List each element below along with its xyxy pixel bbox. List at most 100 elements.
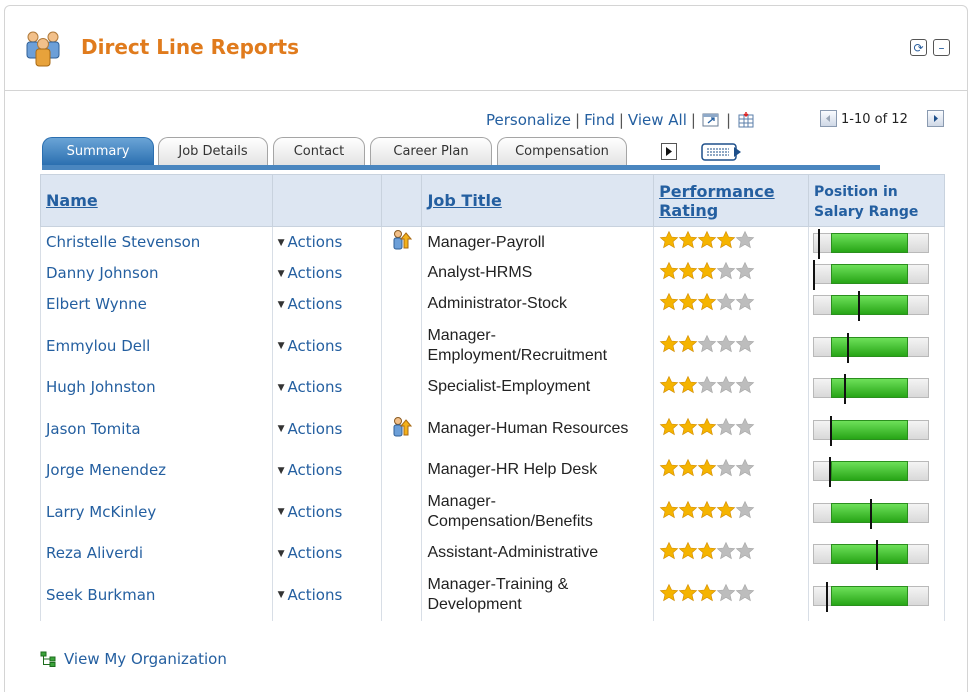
column-header-job-title[interactable]: Job Title — [421, 174, 655, 227]
tab-contact[interactable]: Contact — [273, 137, 365, 165]
star-filled-icon — [697, 261, 717, 280]
manager-reports-icon[interactable] — [392, 229, 413, 251]
salary-position-marker — [857, 291, 860, 321]
star-empty-icon — [716, 375, 736, 394]
name-cell: Reza Aliverdi — [40, 537, 273, 569]
sort-performance-link[interactable]: Performance Rating — [659, 182, 775, 220]
actions-menu[interactable]: ▼ Actions — [271, 257, 383, 289]
star-filled-icon — [678, 500, 698, 518]
star-empty-icon — [735, 458, 755, 477]
next-page-button[interactable] — [927, 110, 944, 127]
table-row: Emmylou Dell ▼ Actions Manager-Employment/R… — [40, 319, 946, 372]
star-empty-icon — [735, 375, 755, 394]
caret-down-icon: ▼ — [277, 341, 285, 351]
salary-position-marker — [875, 540, 878, 570]
salary-position-marker — [825, 581, 828, 612]
tab-summary[interactable]: Summary — [42, 137, 154, 165]
sort-name-link[interactable]: Name — [46, 191, 98, 210]
name-cell: Seek Burkman — [40, 568, 273, 621]
caret-down-icon: ▼ — [277, 507, 285, 517]
star-filled-icon — [678, 417, 698, 435]
separator: | — [618, 111, 624, 129]
actions-menu[interactable]: ▼ Actions — [271, 568, 383, 621]
caret-down-icon: ▼ — [277, 299, 285, 310]
tab-career-plan[interactable]: Career Plan — [370, 137, 492, 165]
employee-name-link[interactable]: Christelle Stevenson — [46, 233, 200, 251]
column-header-performance[interactable]: Performance Rating — [653, 174, 809, 227]
tab-compensation[interactable]: Compensation — [497, 137, 627, 165]
show-all-columns-icon[interactable] — [701, 143, 745, 161]
star-filled-icon — [659, 261, 679, 280]
actions-menu[interactable]: ▼ Actions — [271, 288, 383, 320]
employee-name-link[interactable]: Elbert Wynne — [46, 295, 147, 313]
star-empty-icon — [735, 583, 755, 601]
job-title-cell: Specialist-Employment — [421, 371, 655, 403]
next-tab-icon[interactable] — [661, 143, 677, 160]
actions-menu[interactable]: ▼ Actions — [271, 371, 383, 403]
star-empty-icon — [716, 292, 736, 311]
employee-name-link[interactable]: Reza Aliverdi — [46, 544, 143, 562]
refresh-icon[interactable]: ⟳ — [910, 39, 927, 56]
salary-position-cell — [807, 454, 946, 487]
sort-job-title-link[interactable]: Job Title — [427, 191, 501, 210]
star-empty-icon — [697, 375, 717, 394]
direct-reports-table: Name Job Title Performance Rating Positi… — [40, 174, 946, 621]
job-title-cell: Administrator-Stock — [421, 288, 655, 320]
pagelet-header: Direct Line Reports ⟳ – — [5, 6, 967, 91]
manager-icon-cell — [381, 485, 423, 538]
minimize-icon[interactable]: – — [933, 39, 950, 56]
star-empty-icon — [716, 261, 736, 280]
star-filled-icon — [659, 417, 679, 435]
column-header-name[interactable]: Name — [40, 174, 273, 227]
view-all-link[interactable]: View All — [628, 111, 687, 129]
actions-menu[interactable]: ▼ Actions — [271, 319, 383, 372]
view-my-organization-link[interactable]: View My Organization — [40, 650, 227, 668]
tab-job-details[interactable]: Job Details — [158, 137, 268, 165]
employee-name-link[interactable]: Jorge Menendez — [46, 461, 166, 479]
star-filled-icon — [697, 417, 717, 435]
download-spreadsheet-icon[interactable] — [737, 112, 755, 128]
actions-menu[interactable]: ▼ Actions — [271, 226, 383, 258]
actions-menu[interactable]: ▼ Actions — [271, 537, 383, 569]
performance-rating-cell — [653, 568, 809, 621]
employee-name-link[interactable]: Danny Johnson — [46, 264, 159, 282]
employee-name-link[interactable]: Larry McKinley — [46, 503, 156, 521]
job-title-cell: Manager-Employment/Recruitment — [421, 319, 655, 372]
actions-menu[interactable]: ▼ Actions — [271, 485, 383, 538]
star-empty-icon — [735, 292, 755, 311]
actions-label: Actions — [287, 233, 343, 252]
salary-position-marker — [829, 415, 832, 446]
salary-range-bar — [812, 457, 929, 487]
actions-menu[interactable]: ▼ Actions — [271, 454, 383, 486]
job-title-cell: Manager-Training & Development — [421, 568, 655, 621]
manager-icon-cell — [381, 257, 423, 289]
caret-down-icon: ▼ — [277, 268, 285, 279]
actions-label: Actions — [287, 336, 343, 355]
star-filled-icon — [697, 458, 717, 477]
find-link[interactable]: Find — [584, 111, 615, 129]
salary-position-cell — [807, 537, 946, 570]
actions-menu[interactable]: ▼ Actions — [271, 402, 383, 455]
star-empty-icon — [735, 334, 755, 352]
employee-name-link[interactable]: Seek Burkman — [46, 586, 155, 604]
previous-page-button[interactable] — [820, 110, 837, 127]
actions-label: Actions — [287, 585, 343, 604]
new-window-icon[interactable] — [702, 112, 720, 128]
separator: | — [690, 111, 696, 129]
performance-rating-cell — [653, 257, 809, 289]
manager-reports-icon[interactable] — [392, 416, 413, 438]
table-row: Seek Burkman ▼ Actions Manager-Training & D… — [40, 568, 946, 621]
employee-name-link[interactable]: Jason Tomita — [46, 420, 141, 438]
manager-icon-cell — [381, 371, 423, 403]
salary-range-target — [830, 378, 908, 398]
employee-name-link[interactable]: Emmylou Dell — [46, 337, 150, 355]
employee-name-link[interactable]: Hugh Johnston — [46, 378, 156, 396]
star-empty-icon — [716, 583, 736, 601]
name-cell: Jorge Menendez — [40, 454, 273, 486]
salary-range-bar — [812, 332, 929, 363]
salary-position-cell — [807, 319, 946, 372]
manager-icon-cell — [381, 454, 423, 486]
personalize-link[interactable]: Personalize — [486, 111, 571, 129]
job-title-cell: Manager-Compensation/Benefits — [421, 485, 655, 538]
performance-rating-cell — [653, 288, 809, 320]
